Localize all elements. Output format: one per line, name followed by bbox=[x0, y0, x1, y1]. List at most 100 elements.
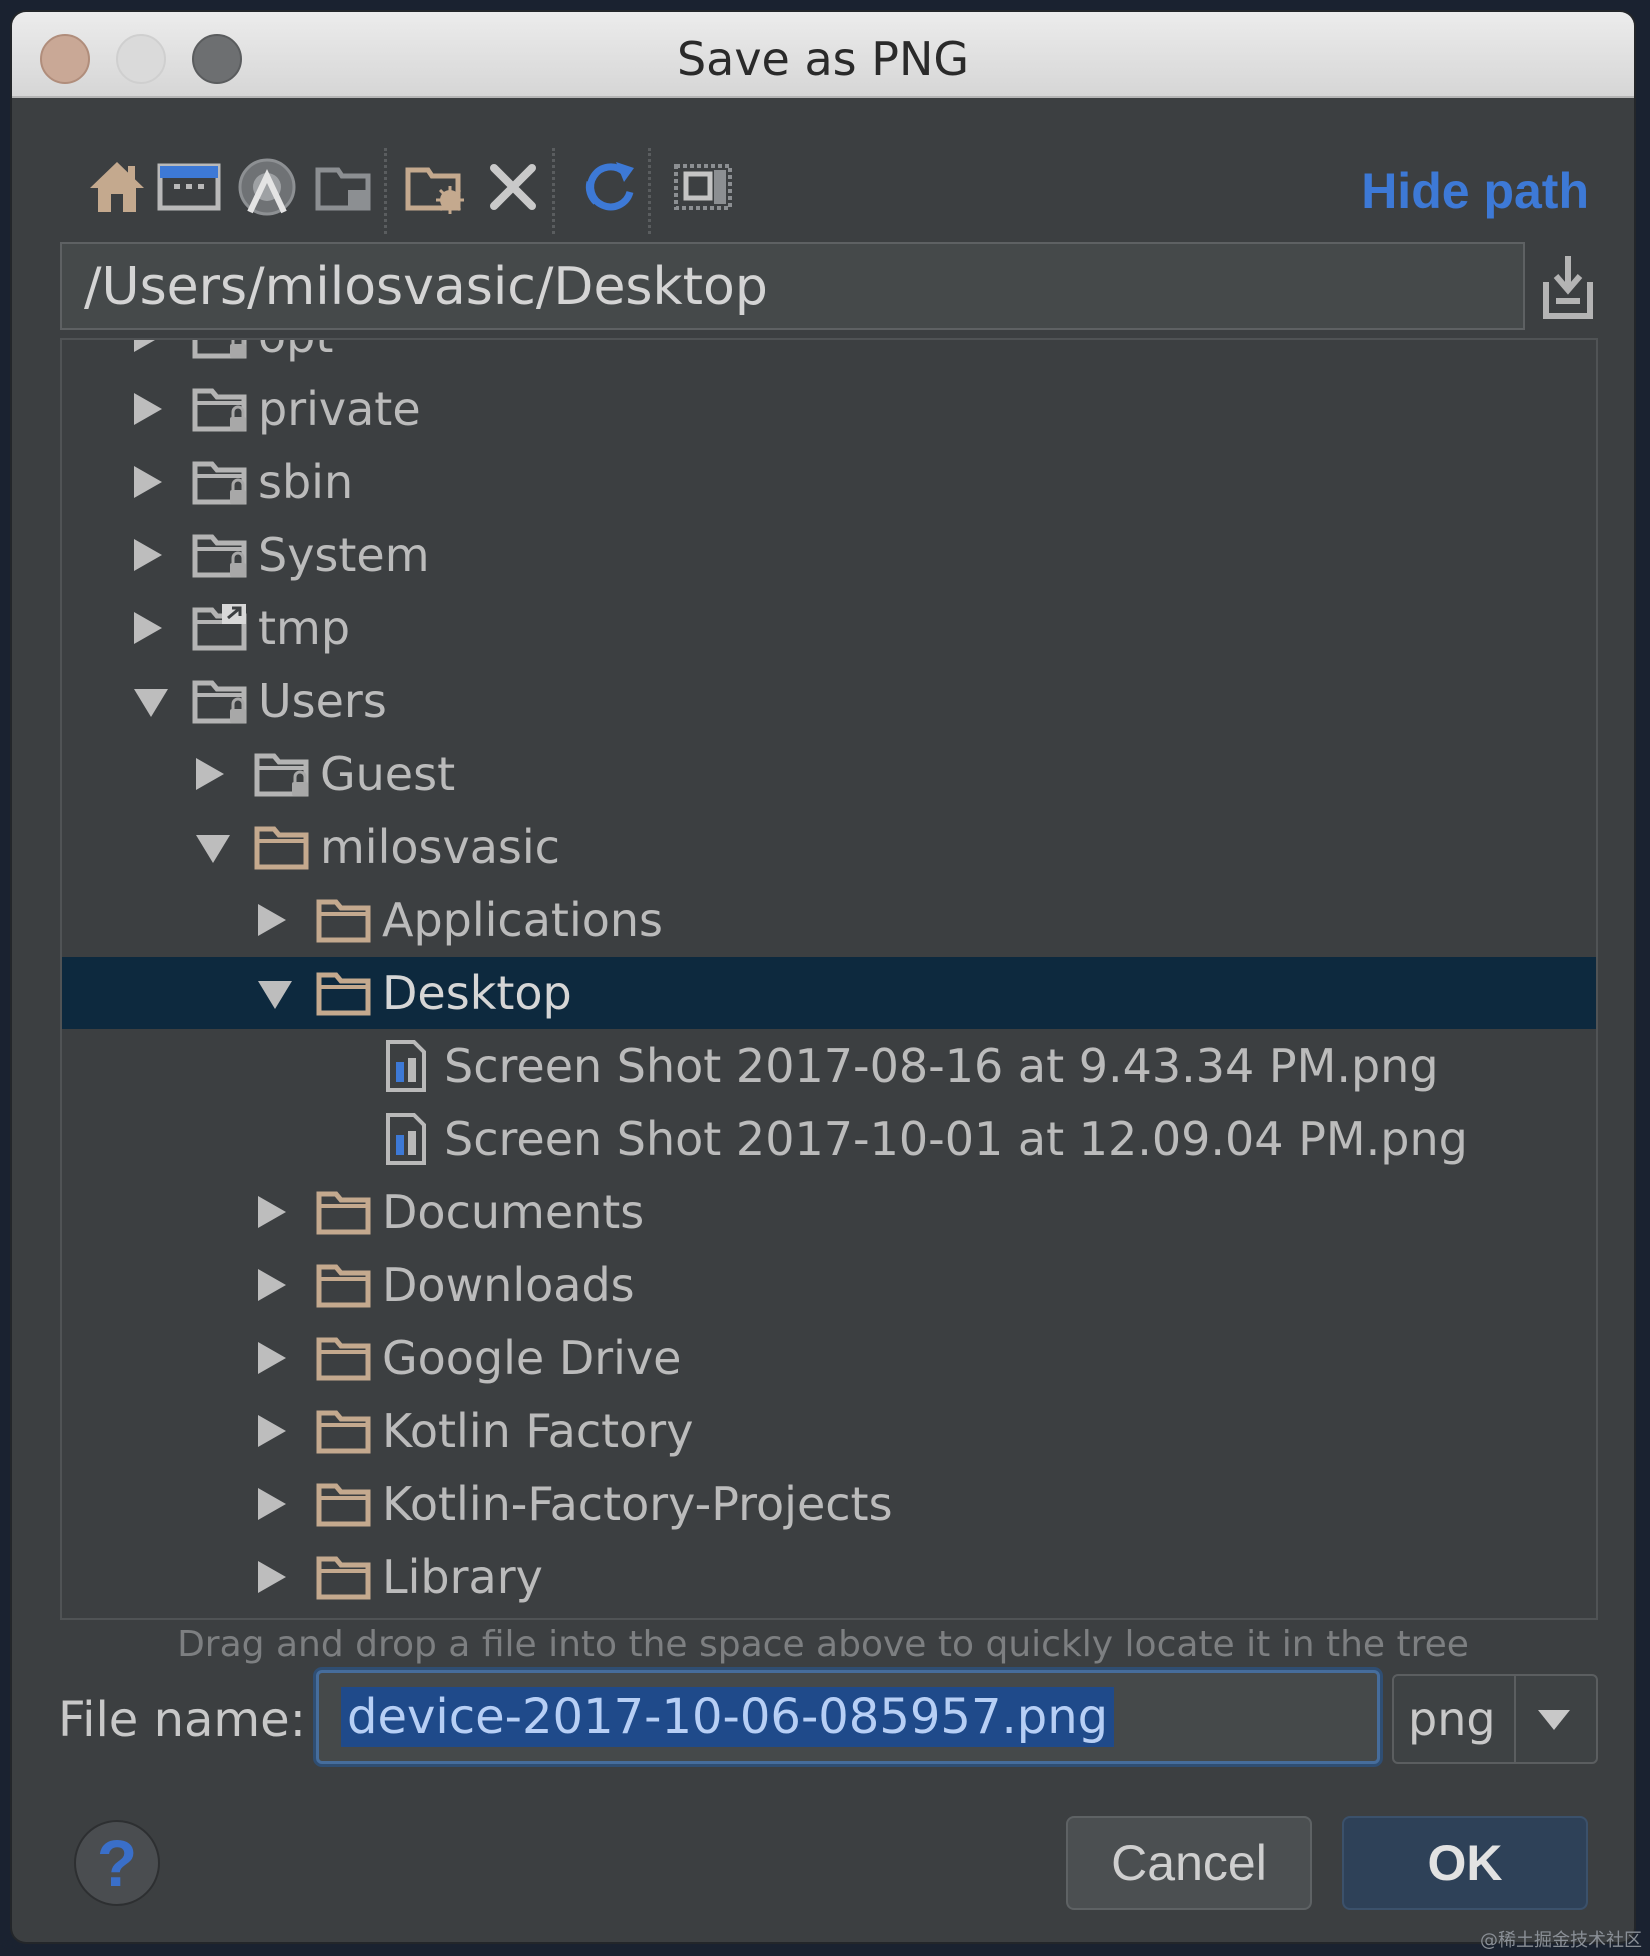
tree-folder-row[interactable]: milosvasic bbox=[62, 811, 1596, 883]
tree-item-label: Screen Shot 2017-10-01 at 12.09.04 PM.pn… bbox=[444, 1112, 1468, 1166]
help-button[interactable]: ? bbox=[74, 1820, 160, 1906]
expand-right-arrow-icon[interactable] bbox=[134, 466, 162, 498]
show-hidden-icon[interactable] bbox=[668, 152, 738, 222]
tree-folder-row[interactable]: Guest bbox=[62, 738, 1596, 810]
folder-icon bbox=[316, 1405, 374, 1457]
locked-folder-icon bbox=[254, 748, 312, 800]
file-name-value: device-2017-10-06-085957.png bbox=[341, 1687, 1115, 1747]
module-icon[interactable] bbox=[310, 152, 380, 222]
expand-right-arrow-icon[interactable] bbox=[134, 612, 162, 644]
locked-folder-icon bbox=[192, 456, 250, 508]
locked-folder-icon bbox=[192, 340, 250, 362]
tree-item-label: Kotlin Factory bbox=[382, 1404, 694, 1458]
tree-item-label: Desktop bbox=[382, 966, 572, 1020]
file-type-value: png bbox=[1408, 1692, 1496, 1746]
expand-right-arrow-icon[interactable] bbox=[258, 904, 286, 936]
tree-folder-row[interactable]: Documents bbox=[62, 1176, 1596, 1248]
tree-item-label: sbin bbox=[258, 455, 354, 509]
folder-icon bbox=[316, 1551, 374, 1603]
image-file-icon bbox=[378, 1040, 436, 1092]
tree-item-label: Library bbox=[382, 1550, 543, 1604]
file-type-select[interactable]: png bbox=[1392, 1674, 1598, 1764]
expand-down-arrow-icon[interactable] bbox=[196, 835, 230, 863]
locked-folder-icon bbox=[192, 529, 250, 581]
folder-icon bbox=[316, 1332, 374, 1384]
expand-right-arrow-icon[interactable] bbox=[258, 1415, 286, 1447]
tree-folder-row[interactable]: sbin bbox=[62, 446, 1596, 518]
folder-icon bbox=[316, 1186, 374, 1238]
expand-right-arrow-icon[interactable] bbox=[258, 1561, 286, 1593]
ok-button[interactable]: OK bbox=[1342, 1816, 1588, 1910]
expand-right-arrow-icon[interactable] bbox=[134, 393, 162, 425]
expand-right-arrow-icon[interactable] bbox=[196, 758, 224, 790]
tree-folder-row[interactable]: Google Drive bbox=[62, 1322, 1596, 1394]
new-folder-icon[interactable] bbox=[400, 152, 470, 222]
desktop-icon[interactable] bbox=[154, 152, 224, 222]
refresh-icon[interactable] bbox=[574, 152, 644, 222]
tree-item-label: Guest bbox=[320, 747, 456, 801]
tree-item-label: milosvasic bbox=[320, 820, 560, 874]
expand-right-arrow-icon[interactable] bbox=[258, 1342, 286, 1374]
file-tree[interactable]: opt private sbin System tmp Users Guest milosva… bbox=[60, 338, 1598, 1620]
folder-icon bbox=[316, 1259, 374, 1311]
tree-item-label: private bbox=[258, 382, 421, 436]
tree-folder-row[interactable]: Kotlin-Factory-Projects bbox=[62, 1468, 1596, 1540]
tree-item-label: Applications bbox=[382, 893, 663, 947]
tree-folder-row[interactable]: Library bbox=[62, 1541, 1596, 1613]
image-file-icon bbox=[378, 1113, 436, 1165]
tree-item-label: System bbox=[258, 528, 430, 582]
expand-right-arrow-icon[interactable] bbox=[134, 539, 162, 571]
expand-right-arrow-icon[interactable] bbox=[258, 1269, 286, 1301]
tree-folder-row[interactable]: private bbox=[62, 373, 1596, 445]
file-name-input[interactable]: device-2017-10-06-085957.png bbox=[316, 1670, 1380, 1764]
android-project-icon[interactable] bbox=[232, 152, 302, 222]
tree-folder-row[interactable]: Applications bbox=[62, 884, 1596, 956]
tree-file-row[interactable]: Screen Shot 2017-08-16 at 9.43.34 PM.png bbox=[62, 1030, 1596, 1102]
tree-folder-row[interactable]: System bbox=[62, 519, 1596, 591]
save-dialog: Save as PNG Hide path /Users/milosvasic/… bbox=[12, 12, 1634, 1942]
tree-folder-row[interactable]: Desktop bbox=[62, 957, 1596, 1029]
tree-folder-row[interactable]: Kotlin Factory bbox=[62, 1395, 1596, 1467]
toolbar-separator bbox=[384, 148, 387, 234]
tree-item-label: opt bbox=[258, 340, 333, 366]
title-bar: Save as PNG bbox=[12, 12, 1634, 98]
locked-folder-icon bbox=[192, 675, 250, 727]
folder-link-icon bbox=[192, 602, 250, 654]
expand-right-arrow-icon[interactable] bbox=[258, 1196, 286, 1228]
tree-folder-row[interactable]: opt bbox=[62, 340, 1596, 372]
tree-folder-row[interactable]: Users bbox=[62, 665, 1596, 737]
tree-folder-row[interactable]: tmp bbox=[62, 592, 1596, 664]
download-icon[interactable] bbox=[1540, 252, 1596, 322]
tree-item-label: Users bbox=[258, 674, 387, 728]
home-icon[interactable] bbox=[82, 152, 152, 222]
folder-icon bbox=[316, 1478, 374, 1530]
cancel-button[interactable]: Cancel bbox=[1066, 1816, 1312, 1910]
path-input[interactable]: /Users/milosvasic/Desktop bbox=[60, 242, 1525, 330]
tree-item-label: Downloads bbox=[382, 1258, 635, 1312]
tree-item-label: Kotlin-Factory-Projects bbox=[382, 1477, 893, 1531]
tree-folder-row[interactable]: Downloads bbox=[62, 1249, 1596, 1321]
tree-item-label: Documents bbox=[382, 1185, 645, 1239]
expand-down-arrow-icon[interactable] bbox=[134, 689, 168, 717]
folder-icon bbox=[316, 967, 374, 1019]
tree-file-row[interactable]: Screen Shot 2017-10-01 at 12.09.04 PM.pn… bbox=[62, 1103, 1596, 1175]
watermark: @稀土掘金技术社区 bbox=[1480, 1930, 1642, 1951]
tree-item-label: Google Drive bbox=[382, 1331, 682, 1385]
toolbar-separator bbox=[552, 148, 555, 234]
toolbar-separator bbox=[648, 148, 651, 234]
drag-drop-hint: Drag and drop a file into the space abov… bbox=[177, 1624, 1469, 1665]
expand-right-arrow-icon[interactable] bbox=[258, 1488, 286, 1520]
folder-icon bbox=[316, 894, 374, 946]
expand-down-arrow-icon[interactable] bbox=[258, 981, 292, 1009]
tree-item-label: tmp bbox=[258, 601, 351, 655]
hide-path-link[interactable]: Hide path bbox=[1361, 162, 1589, 220]
chevron-down-icon[interactable] bbox=[1538, 1710, 1570, 1730]
locked-folder-icon bbox=[192, 383, 250, 435]
expand-right-arrow-icon[interactable] bbox=[134, 340, 162, 352]
toolbar bbox=[82, 148, 1582, 234]
select-divider bbox=[1514, 1676, 1516, 1762]
window-title: Save as PNG bbox=[676, 32, 970, 86]
tree-item-label: Screen Shot 2017-08-16 at 9.43.34 PM.png bbox=[444, 1039, 1439, 1093]
file-name-label: File name: bbox=[58, 1692, 306, 1748]
delete-icon[interactable] bbox=[478, 152, 548, 222]
